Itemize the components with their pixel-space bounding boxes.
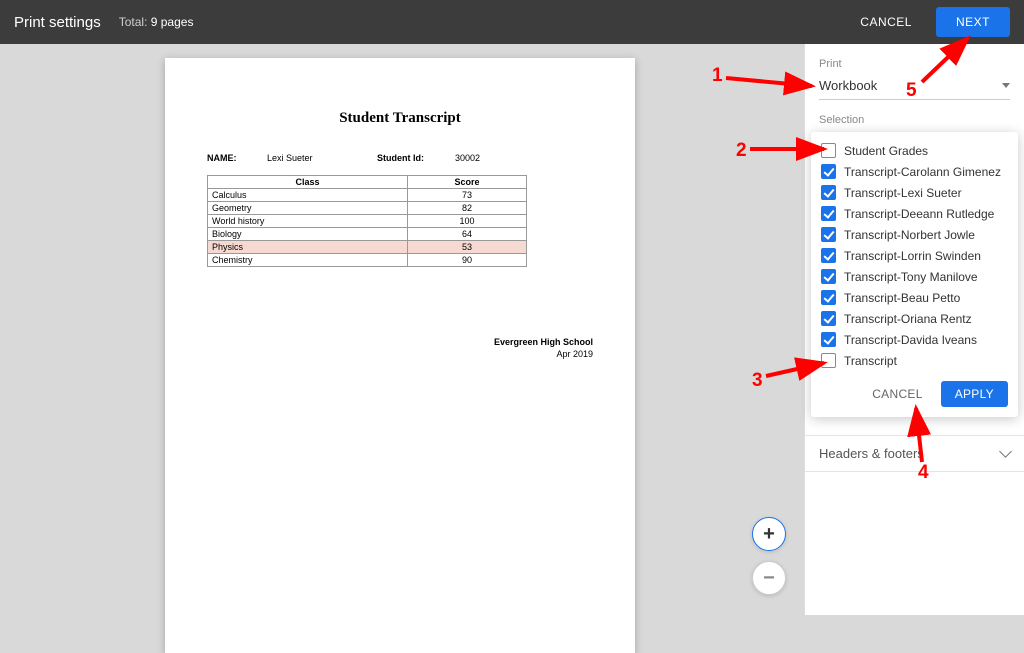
name-label: NAME: (207, 153, 267, 163)
selection-item[interactable]: Transcript-Carolann Gimenez (821, 161, 1008, 182)
header-bar: Print settings Total: 9 pages CANCEL NEX… (0, 0, 1024, 44)
cell-score: 64 (408, 228, 527, 241)
selection-item-label: Transcript-Lorrin Swinden (844, 249, 981, 263)
selection-item-label: Transcript (844, 354, 897, 368)
checkbox-icon[interactable] (821, 332, 836, 347)
checkbox-icon[interactable] (821, 185, 836, 200)
cell-class: Geometry (208, 202, 408, 215)
page-title: Print settings (14, 14, 101, 31)
checkbox-icon[interactable] (821, 227, 836, 242)
cancel-button[interactable]: CANCEL (846, 7, 926, 37)
selection-label: Selection (819, 114, 1010, 126)
document-date: Apr 2019 (207, 349, 593, 359)
cell-score: 82 (408, 202, 527, 215)
checkbox-icon[interactable] (821, 353, 836, 368)
chevron-down-icon (999, 445, 1012, 458)
cell-class: Chemistry (208, 254, 408, 267)
selection-item-label: Transcript-Oriana Rentz (844, 312, 972, 326)
id-value: 30002 (455, 153, 480, 163)
selection-item[interactable]: Transcript-Beau Petto (821, 287, 1008, 308)
zoom-controls: + − (752, 517, 786, 595)
student-info-row: NAME: Lexi Sueter Student Id: 30002 (207, 153, 593, 163)
popup-cancel-button[interactable]: CANCEL (862, 381, 932, 407)
next-button[interactable]: NEXT (936, 7, 1010, 37)
preview-page: Student Transcript NAME: Lexi Sueter Stu… (165, 58, 635, 653)
chevron-down-icon (1002, 83, 1010, 88)
table-row: Physics53 (208, 241, 527, 254)
checkbox-icon[interactable] (821, 143, 836, 158)
print-label: Print (819, 58, 1010, 70)
print-dropdown-value: Workbook (819, 78, 877, 93)
selection-item-label: Transcript-Carolann Gimenez (844, 165, 1001, 179)
popup-actions: CANCEL APPLY (821, 381, 1008, 407)
table-row: Biology64 (208, 228, 527, 241)
accordion-label: Headers & footers (819, 446, 924, 461)
headers-footers-accordion[interactable]: Headers & footers (805, 435, 1024, 472)
table-row: World history100 (208, 215, 527, 228)
selection-item[interactable]: Transcript-Deeann Rutledge (821, 203, 1008, 224)
selection-item[interactable]: Transcript-Tony Manilove (821, 266, 1008, 287)
selection-item-label: Student Grades (844, 144, 928, 158)
selection-item-label: Transcript-Beau Petto (844, 291, 960, 305)
print-dropdown[interactable]: Workbook (819, 74, 1010, 100)
selection-item[interactable]: Transcript-Lexi Sueter (821, 182, 1008, 203)
print-section: Print Workbook (805, 58, 1024, 100)
school-name: Evergreen High School (494, 337, 593, 347)
id-label: Student Id: (377, 153, 455, 163)
cell-class: Physics (208, 241, 408, 254)
cell-score: 90 (408, 254, 527, 267)
name-value: Lexi Sueter (267, 153, 377, 163)
selection-item[interactable]: Transcript-Davida Iveans (821, 329, 1008, 350)
checkbox-icon[interactable] (821, 269, 836, 284)
selection-item[interactable]: Transcript-Lorrin Swinden (821, 245, 1008, 266)
selection-item-label: Transcript-Deeann Rutledge (844, 207, 994, 221)
popup-apply-button[interactable]: APPLY (941, 381, 1008, 407)
checkbox-icon[interactable] (821, 311, 836, 326)
th-score: Score (408, 176, 527, 189)
checkbox-icon[interactable] (821, 290, 836, 305)
settings-panel: Print Workbook Selection Student Grades T… (804, 44, 1024, 615)
cell-class: Biology (208, 228, 408, 241)
selection-item-label: Transcript-Davida Iveans (844, 333, 977, 347)
total-label: Total: (119, 15, 148, 29)
checkbox-icon[interactable] (821, 164, 836, 179)
selection-item[interactable]: Student Grades (821, 140, 1008, 161)
selection-popup: Student Grades Transcript-Carolann Gimene… (811, 132, 1018, 417)
cell-score: 53 (408, 241, 527, 254)
th-class: Class (208, 176, 408, 189)
grades-table: Class Score Calculus73Geometry82World hi… (207, 175, 527, 267)
selection-item[interactable]: Transcript-Oriana Rentz (821, 308, 1008, 329)
checkbox-icon[interactable] (821, 248, 836, 263)
page-total: Total: 9 pages (119, 15, 194, 29)
selection-item[interactable]: Transcript (821, 350, 1008, 371)
document-title: Student Transcript (165, 110, 635, 127)
selection-item[interactable]: Transcript-Norbert Jowle (821, 224, 1008, 245)
selection-item-label: Transcript-Norbert Jowle (844, 228, 975, 242)
checkbox-icon[interactable] (821, 206, 836, 221)
selection-item-label: Transcript-Tony Manilove (844, 270, 978, 284)
table-row: Geometry82 (208, 202, 527, 215)
zoom-out-button[interactable]: − (752, 561, 786, 595)
zoom-in-button[interactable]: + (752, 517, 786, 551)
table-row: Chemistry90 (208, 254, 527, 267)
document-footer: Evergreen High School Apr 2019 (207, 337, 593, 359)
preview-area: Student Transcript NAME: Lexi Sueter Stu… (0, 44, 804, 615)
selection-item-label: Transcript-Lexi Sueter (844, 186, 962, 200)
cell-class: World history (208, 215, 408, 228)
cell-score: 73 (408, 189, 527, 202)
cell-score: 100 (408, 215, 527, 228)
cell-class: Calculus (208, 189, 408, 202)
header-actions: CANCEL NEXT (846, 7, 1010, 37)
total-value: 9 pages (151, 15, 194, 29)
table-row: Calculus73 (208, 189, 527, 202)
